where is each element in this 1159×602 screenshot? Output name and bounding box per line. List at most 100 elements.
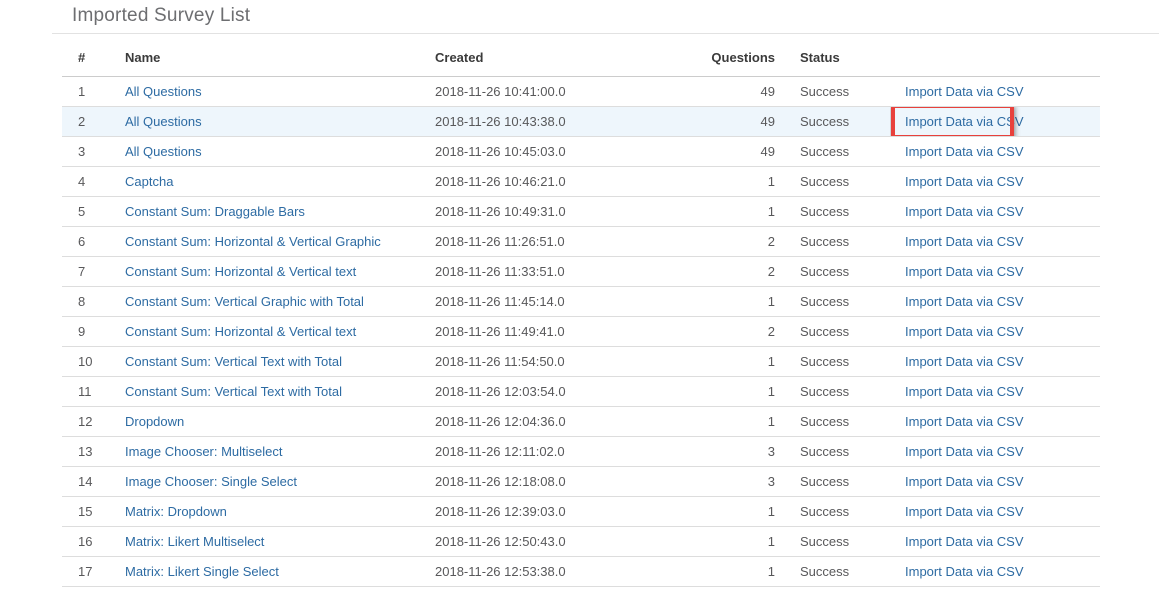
created-cell: 2018-11-26 12:39:03.0 bbox=[435, 496, 695, 526]
action-cell: Import Data via CSV bbox=[890, 466, 1100, 496]
survey-name-link[interactable]: Captcha bbox=[125, 174, 173, 189]
imported-survey-table: # Name Created Questions Status 1 All Que… bbox=[62, 40, 1100, 587]
created-cell: 2018-11-26 11:49:41.0 bbox=[435, 316, 695, 346]
survey-name-link[interactable]: Matrix: Likert Multiselect bbox=[125, 534, 264, 549]
survey-name-link[interactable]: Constant Sum: Draggable Bars bbox=[125, 204, 305, 219]
action-cell: Import Data via CSV bbox=[890, 376, 1100, 406]
survey-name-link[interactable]: All Questions bbox=[125, 114, 202, 129]
survey-name-link[interactable]: Constant Sum: Horizontal & Vertical Grap… bbox=[125, 234, 381, 249]
row-number-cell: 15 bbox=[62, 496, 125, 526]
status-cell: Success bbox=[775, 346, 890, 376]
import-csv-link[interactable]: Import Data via CSV bbox=[905, 534, 1024, 549]
action-cell: Import Data via CSV bbox=[890, 166, 1100, 196]
survey-name-cell: Constant Sum: Draggable Bars bbox=[125, 196, 435, 226]
import-csv-link[interactable]: Import Data via CSV bbox=[905, 144, 1024, 159]
survey-name-link[interactable]: Matrix: Likert Single Select bbox=[125, 564, 279, 579]
row-number-cell: 17 bbox=[62, 556, 125, 586]
action-cell: Import Data via CSV bbox=[890, 406, 1100, 436]
questions-cell: 2 bbox=[695, 226, 775, 256]
import-csv-link[interactable]: Import Data via CSV bbox=[905, 324, 1024, 339]
import-csv-link[interactable]: Import Data via CSV bbox=[905, 264, 1024, 279]
row-number-cell: 16 bbox=[62, 526, 125, 556]
survey-name-link[interactable]: Matrix: Dropdown bbox=[125, 504, 227, 519]
created-cell: 2018-11-26 10:46:21.0 bbox=[435, 166, 695, 196]
created-cell: 2018-11-26 12:53:38.0 bbox=[435, 556, 695, 586]
survey-name-link[interactable]: Image Chooser: Multiselect bbox=[125, 444, 283, 459]
status-cell: Success bbox=[775, 256, 890, 286]
created-cell: 2018-11-26 12:03:54.0 bbox=[435, 376, 695, 406]
created-cell: 2018-11-26 10:49:31.0 bbox=[435, 196, 695, 226]
import-csv-link[interactable]: Import Data via CSV bbox=[905, 474, 1024, 489]
survey-name-link[interactable]: All Questions bbox=[125, 84, 202, 99]
import-csv-link[interactable]: Import Data via CSV bbox=[905, 234, 1024, 249]
survey-name-link[interactable]: Dropdown bbox=[125, 414, 184, 429]
table-row: 1All Questions2018-11-26 10:41:00.049Suc… bbox=[62, 76, 1100, 106]
survey-name-link[interactable]: Constant Sum: Vertical Text with Total bbox=[125, 354, 342, 369]
created-cell: 2018-11-26 11:33:51.0 bbox=[435, 256, 695, 286]
action-cell: Import Data via CSV bbox=[890, 316, 1100, 346]
table-row: 10Constant Sum: Vertical Text with Total… bbox=[62, 346, 1100, 376]
import-csv-link[interactable]: Import Data via CSV bbox=[905, 114, 1024, 129]
table-row: 11Constant Sum: Vertical Text with Total… bbox=[62, 376, 1100, 406]
action-cell: Import Data via CSV bbox=[890, 76, 1100, 106]
import-csv-link[interactable]: Import Data via CSV bbox=[905, 354, 1024, 369]
import-csv-link[interactable]: Import Data via CSV bbox=[905, 504, 1024, 519]
status-cell: Success bbox=[775, 196, 890, 226]
column-header-questions: Questions bbox=[695, 40, 775, 76]
questions-cell: 49 bbox=[695, 106, 775, 136]
survey-name-cell: All Questions bbox=[125, 106, 435, 136]
survey-name-cell: Dropdown bbox=[125, 406, 435, 436]
questions-cell: 1 bbox=[695, 526, 775, 556]
survey-name-cell: Constant Sum: Vertical Text with Total bbox=[125, 376, 435, 406]
questions-cell: 1 bbox=[695, 166, 775, 196]
import-csv-link[interactable]: Import Data via CSV bbox=[905, 444, 1024, 459]
table-row: 5Constant Sum: Draggable Bars 2018-11-26 … bbox=[62, 196, 1100, 226]
status-cell: Success bbox=[775, 136, 890, 166]
survey-name-link[interactable]: Constant Sum: Horizontal & Vertical text bbox=[125, 264, 356, 279]
column-header-name: Name bbox=[125, 40, 435, 76]
survey-name-link[interactable]: Constant Sum: Vertical Graphic with Tota… bbox=[125, 294, 364, 309]
created-cell: 2018-11-26 11:45:14.0 bbox=[435, 286, 695, 316]
row-number-cell: 6 bbox=[62, 226, 125, 256]
row-number-cell: 5 bbox=[62, 196, 125, 226]
survey-name-cell: Matrix: Dropdown bbox=[125, 496, 435, 526]
created-cell: 2018-11-26 11:54:50.0 bbox=[435, 346, 695, 376]
questions-cell: 1 bbox=[695, 406, 775, 436]
import-csv-link[interactable]: Import Data via CSV bbox=[905, 294, 1024, 309]
survey-name-cell: Constant Sum: Horizontal & Vertical Grap… bbox=[125, 226, 435, 256]
created-cell: 2018-11-26 10:41:00.0 bbox=[435, 76, 695, 106]
table-header-row: # Name Created Questions Status bbox=[62, 40, 1100, 76]
survey-name-link[interactable]: Constant Sum: Horizontal & Vertical text bbox=[125, 324, 356, 339]
survey-name-cell: Matrix: Likert Single Select bbox=[125, 556, 435, 586]
column-header-action bbox=[890, 40, 1100, 76]
import-csv-link[interactable]: Import Data via CSV bbox=[905, 84, 1024, 99]
action-cell: Import Data via CSV bbox=[890, 286, 1100, 316]
survey-name-link[interactable]: All Questions bbox=[125, 144, 202, 159]
import-csv-link[interactable]: Import Data via CSV bbox=[905, 204, 1024, 219]
survey-name-cell: Constant Sum: Vertical Text with Total bbox=[125, 346, 435, 376]
row-number-cell: 4 bbox=[62, 166, 125, 196]
row-number-cell: 8 bbox=[62, 286, 125, 316]
created-cell: 2018-11-26 12:50:43.0 bbox=[435, 526, 695, 556]
questions-cell: 3 bbox=[695, 466, 775, 496]
import-csv-link[interactable]: Import Data via CSV bbox=[905, 414, 1024, 429]
created-cell: 2018-11-26 12:04:36.0 bbox=[435, 406, 695, 436]
survey-name-cell: Matrix: Likert Multiselect bbox=[125, 526, 435, 556]
import-csv-link[interactable]: Import Data via CSV bbox=[905, 174, 1024, 189]
survey-name-link[interactable]: Image Chooser: Single Select bbox=[125, 474, 297, 489]
status-cell: Success bbox=[775, 526, 890, 556]
action-cell: Import Data via CSV bbox=[890, 226, 1100, 256]
survey-name-link[interactable]: Constant Sum: Vertical Text with Total bbox=[125, 384, 342, 399]
row-number-cell: 12 bbox=[62, 406, 125, 436]
import-csv-link[interactable]: Import Data via CSV bbox=[905, 564, 1024, 579]
column-header-status: Status bbox=[775, 40, 890, 76]
import-csv-link[interactable]: Import Data via CSV bbox=[905, 384, 1024, 399]
action-cell: Import Data via CSV bbox=[890, 556, 1100, 586]
table-row: 9Constant Sum: Horizontal & Vertical tex… bbox=[62, 316, 1100, 346]
table-row: 17Matrix: Likert Single Select 2018-11-26… bbox=[62, 556, 1100, 586]
created-cell: 2018-11-26 10:45:03.0 bbox=[435, 136, 695, 166]
status-cell: Success bbox=[775, 106, 890, 136]
status-cell: Success bbox=[775, 166, 890, 196]
row-number-cell: 13 bbox=[62, 436, 125, 466]
status-cell: Success bbox=[775, 226, 890, 256]
